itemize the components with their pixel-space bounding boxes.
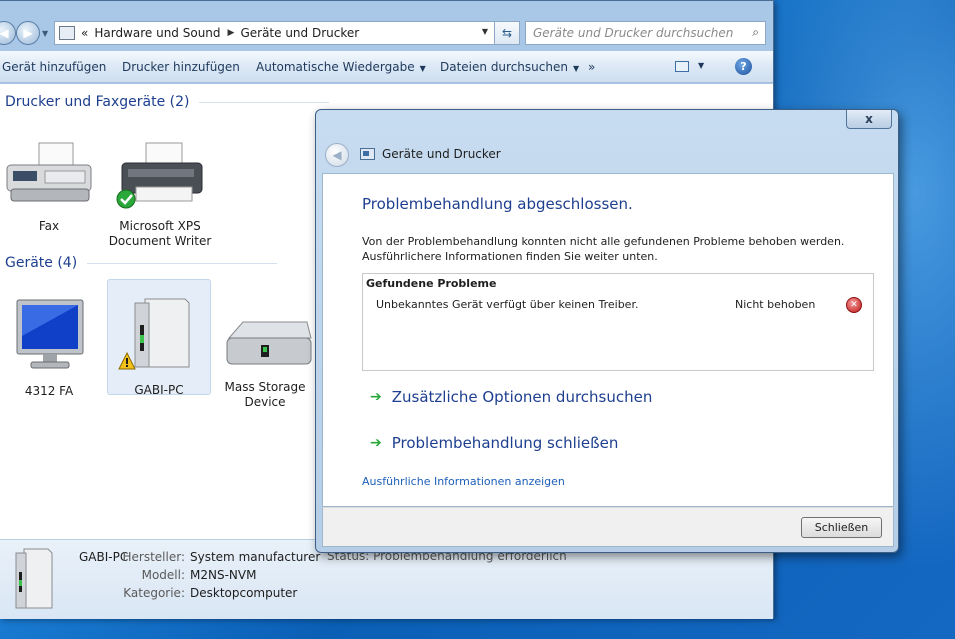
- dialog-title: Geräte und Drucker: [360, 147, 501, 161]
- problems-list: Gefundene Probleme Unbekanntes Gerät ver…: [362, 273, 874, 371]
- hard-drive-icon: [226, 321, 312, 365]
- dialog-footer: Schließen: [322, 507, 894, 547]
- device-xps-writer[interactable]: Microsoft XPS Document Writer: [108, 141, 212, 249]
- refresh-icon: ⇆: [501, 26, 513, 40]
- explore-options-label: Zusätzliche Optionen durchsuchen: [391, 388, 653, 406]
- chevron-down-icon: ▼: [572, 64, 580, 73]
- explore-options-link[interactable]: ➔ Zusätzliche Optionen durchsuchen: [370, 388, 652, 406]
- more-commands-button[interactable]: »: [588, 60, 595, 74]
- address-dropdown-icon[interactable]: ▼: [482, 27, 488, 36]
- dialog-title-text: Geräte und Drucker: [382, 147, 501, 161]
- back-arrow-icon: ◀: [0, 26, 9, 40]
- add-device-button[interactable]: Gerät hinzufügen: [2, 60, 106, 74]
- search-icon[interactable]: ⌕: [752, 25, 759, 40]
- printer-icon: [116, 142, 203, 209]
- dialog-back-button[interactable]: ◀: [325, 143, 349, 167]
- breadcrumb-devices-printers[interactable]: Geräte und Drucker: [240, 26, 359, 40]
- view-details-link[interactable]: Ausführliche Informationen anzeigen: [362, 475, 565, 488]
- close-troubleshooter-link[interactable]: ➔ Problembehandlung schließen: [370, 434, 618, 452]
- monitor-icon: [16, 299, 84, 369]
- detail-category-label: Kategorie:: [123, 586, 185, 600]
- autoplay-button[interactable]: Automatische Wiedergabe ▼: [256, 60, 426, 74]
- forward-button[interactable]: ▶: [16, 21, 40, 45]
- device-gabi-pc[interactable]: GABI-PC: [107, 279, 211, 397]
- problem-status: Nicht behoben: [735, 298, 816, 311]
- back-button[interactable]: ◀: [0, 21, 16, 45]
- device-label: Mass Storage Device: [224, 380, 306, 409]
- device-fax[interactable]: Fax: [0, 141, 101, 234]
- troubleshooter-dialog: x ◀ Geräte und Drucker Problembehandlung…: [315, 109, 899, 553]
- group-devices-header[interactable]: Geräte (4): [5, 255, 278, 271]
- close-troubleshooter-label: Problembehandlung schließen: [391, 434, 619, 452]
- device-label: GABI-PC: [134, 383, 184, 397]
- device-label: 4312 FA: [24, 384, 74, 398]
- view-options-chevron-icon[interactable]: ▼: [698, 61, 704, 70]
- forward-arrow-icon: ▶: [23, 26, 33, 40]
- address-bar[interactable]: « Hardware und Sound ▶ Geräte und Drucke…: [54, 21, 495, 45]
- command-bar: Gerät hinzufügen Drucker hinzufügen Auto…: [0, 51, 773, 83]
- refresh-button[interactable]: ⇆: [494, 21, 520, 45]
- autoplay-label: Automatische Wiedergabe: [256, 60, 415, 74]
- error-icon: ✕: [846, 297, 862, 313]
- green-arrow-icon: ➔: [370, 389, 382, 405]
- group-printers-header[interactable]: Drucker und Faxgeräte (2): [5, 94, 330, 110]
- chevron-down-icon: ▼: [419, 64, 426, 73]
- history-dropdown-icon[interactable]: ▼: [42, 29, 48, 38]
- detail-manufacturer-value: System manufacturer: [190, 550, 321, 564]
- detail-category-value: Desktopcomputer: [190, 586, 298, 600]
- breadcrumb-separator-icon[interactable]: ▶: [228, 28, 235, 38]
- search-input[interactable]: Geräte und Drucker durchsuchen ⌕: [525, 21, 766, 45]
- printer-folder-icon: [59, 26, 75, 40]
- back-arrow-icon: ◀: [332, 148, 342, 162]
- help-icon[interactable]: ?: [735, 58, 752, 75]
- dialog-body: Problembehandlung abgeschlossen. Von der…: [322, 173, 894, 507]
- group-printers-title: Drucker und Faxgeräte (2): [5, 94, 190, 110]
- group-devices-title: Geräte (4): [5, 255, 78, 271]
- green-arrow-icon: ➔: [370, 435, 382, 451]
- devices-printers-icon: [360, 148, 375, 160]
- search-placeholder: Geräte und Drucker durchsuchen: [533, 26, 734, 40]
- device-label: Fax: [38, 219, 60, 233]
- computer-tower-icon: [15, 548, 53, 609]
- fax-icon: [6, 142, 92, 202]
- default-printer-check-icon: [116, 189, 136, 209]
- browse-files-label: Dateien durchsuchen: [440, 60, 568, 74]
- browse-files-button[interactable]: Dateien durchsuchen ▼: [440, 60, 579, 74]
- address-row: ◀ ▶ ▼ « Hardware und Sound ▶ Geräte und …: [0, 17, 774, 49]
- result-heading: Problembehandlung abgeschlossen.: [362, 195, 633, 213]
- add-printer-button[interactable]: Drucker hinzufügen: [122, 60, 240, 74]
- close-icon[interactable]: x: [846, 110, 892, 129]
- computer-tower-icon: [118, 298, 190, 370]
- device-label: Microsoft XPS Document Writer: [108, 219, 212, 248]
- close-button[interactable]: Schließen: [801, 517, 882, 538]
- result-description: Von der Problembehandlung konnten nicht …: [362, 235, 845, 263]
- detail-manufacturer-label: Hersteller:: [122, 550, 186, 564]
- breadcrumb-hardware-sound[interactable]: Hardware und Sound: [94, 26, 220, 40]
- detail-model-value: M2NS-NVM: [190, 568, 257, 582]
- problems-header: Gefundene Probleme: [366, 277, 497, 290]
- device-mass-storage[interactable]: Mass Storage Device: [213, 316, 317, 410]
- detail-model-label: Modell:: [141, 568, 185, 582]
- device-monitor[interactable]: 4312 FA: [0, 296, 101, 399]
- problem-text: Unbekanntes Gerät verfügt über keinen Tr…: [376, 298, 639, 311]
- change-view-icon[interactable]: [675, 61, 689, 72]
- breadcrumb-prefix[interactable]: «: [81, 26, 88, 40]
